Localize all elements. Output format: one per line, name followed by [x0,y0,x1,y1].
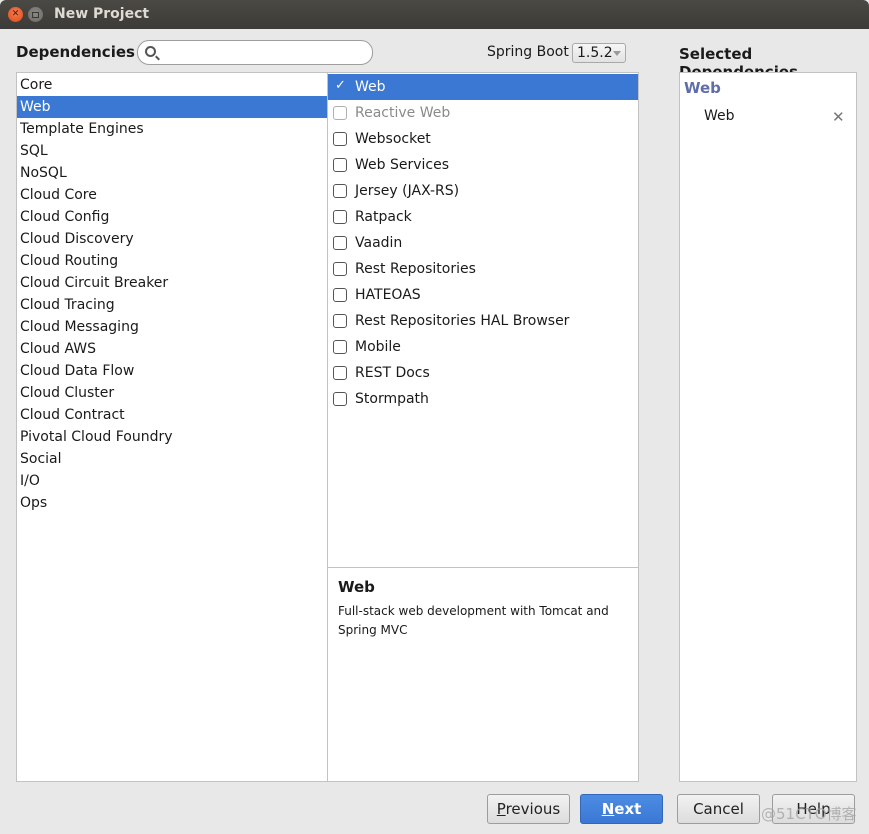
close-window-button[interactable]: ✕ [8,7,23,22]
next-mnemonic: N [601,800,615,818]
category-item[interactable]: Cloud Tracing [17,294,327,316]
search-field[interactable] [137,40,373,65]
category-item[interactable]: I/O [17,470,327,492]
checkbox[interactable] [333,236,347,250]
dependency-item[interactable]: REST Docs [328,360,638,386]
dependency-list[interactable]: Web Reactive Web Websocket Web Services Jers… [327,72,639,568]
previous-mnemonic: P [496,800,506,818]
previous-button[interactable]: Previous [487,794,570,824]
dependency-label: Rest Repositories [355,261,476,277]
previous-label: revious [505,800,561,818]
dependency-item[interactable]: Web [328,74,638,100]
close-icon: ✕ [11,9,20,19]
dependency-item[interactable]: HATEOAS [328,282,638,308]
checkbox [333,106,347,120]
category-item[interactable]: Core [17,74,327,96]
category-item[interactable]: Ops [17,492,327,514]
category-item[interactable]: Social [17,448,327,470]
maximize-icon [32,11,39,18]
spring-boot-version-value: 1.5.2 [577,45,613,61]
cancel-button[interactable]: Cancel [677,794,760,824]
dependencies-label: Dependencies [16,43,135,61]
category-item[interactable]: Cloud Routing [17,250,327,272]
dependency-label: REST Docs [355,365,430,381]
dependency-item[interactable]: Jersey (JAX-RS) [328,178,638,204]
category-item[interactable]: Cloud Core [17,184,327,206]
category-item[interactable]: Cloud Circuit Breaker [17,272,327,294]
category-item[interactable]: Cloud Messaging [17,316,327,338]
dependency-label: Reactive Web [355,105,451,121]
search-icon [145,46,156,57]
dependency-item[interactable]: Web Services [328,152,638,178]
dependency-label: Vaadin [355,235,403,251]
checkbox[interactable] [333,392,347,406]
checkbox[interactable] [333,132,347,146]
checkbox-checked[interactable] [333,78,347,94]
checkbox[interactable] [333,210,347,224]
dependency-label: Mobile [355,339,401,355]
checkbox[interactable] [333,314,347,328]
category-item[interactable]: Pivotal Cloud Foundry [17,426,327,448]
next-button[interactable]: Next [580,794,663,824]
next-label: ext [614,800,642,818]
checkbox[interactable] [333,366,347,380]
description-panel: Web Full-stack web development with Tomc… [327,567,639,782]
window-title: New Project [54,6,150,22]
dependency-item: Reactive Web [328,100,638,126]
dependency-label: Stormpath [355,391,429,407]
dependency-label: Websocket [355,131,431,147]
checkbox[interactable] [333,288,347,302]
dependency-label: HATEOAS [355,287,421,303]
dependency-item[interactable]: Stormpath [328,386,638,412]
help-button[interactable]: Help [772,794,855,824]
checkbox[interactable] [333,184,347,198]
selected-dependencies-panel: Web Web ✕ [679,72,857,782]
dependency-label: Ratpack [355,209,412,225]
search-input[interactable] [162,43,362,62]
category-item[interactable]: Cloud Cluster [17,382,327,404]
dependency-item[interactable]: Mobile [328,334,638,360]
dependency-label: Jersey (JAX-RS) [355,183,460,199]
selected-dependency-item: Web [704,108,735,124]
description-title: Web [338,578,375,596]
checkbox[interactable] [333,158,347,172]
spring-boot-version-select[interactable]: 1.5.2 [572,43,626,63]
dependency-label: Web Services [355,157,450,173]
category-item[interactable]: Template Engines [17,118,327,140]
category-item[interactable]: Cloud AWS [17,338,327,360]
dependency-label: Web [355,79,386,95]
category-item[interactable]: Web [17,96,327,118]
dependency-item[interactable]: Vaadin [328,230,638,256]
dropdown-arrow-icon [613,51,621,56]
category-item[interactable]: Cloud Discovery [17,228,327,250]
dependency-label: Rest Repositories HAL Browser [355,313,570,329]
dependency-item[interactable]: Websocket [328,126,638,152]
dependency-item[interactable]: Rest Repositories HAL Browser [328,308,638,334]
dependency-item[interactable]: Rest Repositories [328,256,638,282]
category-item[interactable]: SQL [17,140,327,162]
category-item[interactable]: Cloud Contract [17,404,327,426]
spring-boot-label: Spring Boot [487,44,569,60]
category-item[interactable]: Cloud Data Flow [17,360,327,382]
category-list[interactable]: Core Web Template Engines SQL NoSQL Cloud Cor… [16,72,328,782]
category-item[interactable]: Cloud Config [17,206,327,228]
title-bar: ✕ New Project [0,0,869,29]
category-item[interactable]: NoSQL [17,162,327,184]
checkbox[interactable] [333,340,347,354]
maximize-window-button[interactable] [28,7,43,22]
selected-group-heading: Web [684,79,721,97]
checkbox[interactable] [333,262,347,276]
description-text: Full-stack web development with Tomcat a… [338,604,609,637]
close-icon[interactable]: ✕ [832,108,845,126]
dependency-item[interactable]: Ratpack [328,204,638,230]
